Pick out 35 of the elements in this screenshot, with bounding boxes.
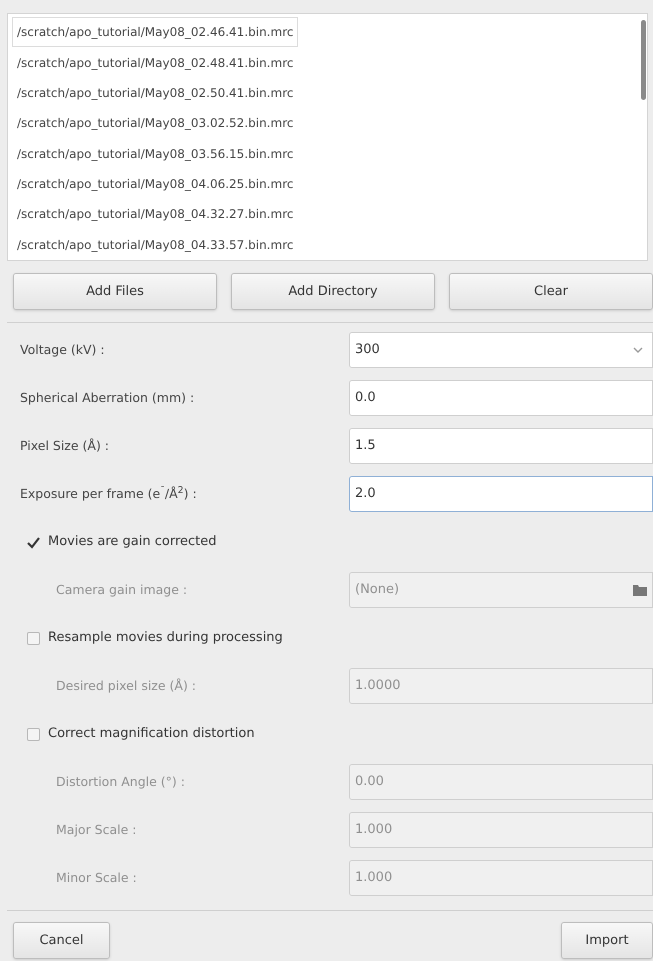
checkbox-label: Resample movies during processing (48, 629, 283, 648)
field-label: Minor Scale : (55, 868, 138, 887)
file-list-item[interactable]: /scratch/apo_tutorial/May08_02.48.41.bin.mrc (12, 47, 298, 78)
field-label: Pixel Size (Å) : (19, 436, 110, 455)
file-action-button[interactable]: Clear (449, 273, 653, 310)
checkbox-label: Movies are gain corrected (48, 533, 217, 552)
file-list-item[interactable]: /scratch/apo_tutorial/May08_02.50.41.bin.mrc (12, 78, 298, 108)
input-field[interactable]: 0.0 (349, 380, 653, 416)
checkbox-label: Correct magnification distortion (48, 725, 255, 744)
input-field[interactable]: 2.0 (349, 476, 653, 512)
folder-icon (633, 584, 647, 596)
field-label: Spherical Aberration (mm) : (19, 388, 196, 407)
chevron-down-icon (633, 346, 643, 354)
field-label: Voltage (kV) : (19, 340, 106, 359)
field-label: Major Scale : (55, 820, 138, 839)
field-label: Desired pixel size (Å) : (55, 676, 198, 695)
dropdown[interactable]: 300 (349, 332, 653, 368)
file-list-item[interactable]: /scratch/apo_tutorial/May08_04.33.57.bin.mrc (12, 230, 298, 260)
checkbox[interactable] (27, 632, 40, 644)
field-label: Exposure per frame (e$^{¯}$/Å$^{2}$) : (19, 484, 198, 503)
field-label: Camera gain image : (55, 580, 188, 599)
import-button[interactable]: Import (561, 922, 653, 959)
scrollbar-thumb[interactable] (641, 20, 646, 100)
file-list-item[interactable]: /scratch/apo_tutorial/May08_03.02.52.bin.mrc (12, 108, 298, 138)
cancel-button[interactable]: Cancel (13, 922, 110, 959)
file-action-button[interactable]: Add Files (13, 273, 217, 310)
checkmark-icon[interactable] (27, 536, 40, 548)
checkbox[interactable] (27, 728, 40, 740)
file-list-item[interactable]: /scratch/apo_tutorial/May08_03.56.15.bin.mrc (12, 138, 298, 169)
file-list-item[interactable]: /scratch/apo_tutorial/May08_04.32.27.bin.mrc (12, 199, 298, 230)
file-action-button[interactable]: Add Directory (231, 273, 435, 310)
file-list-item[interactable]: /scratch/apo_tutorial/May08_02.46.41.bin.mrc (12, 17, 298, 48)
file-list-item[interactable]: /scratch/apo_tutorial/May08_04.06.25.bin.mrc (12, 168, 298, 200)
input-field[interactable]: 1.5 (349, 428, 653, 464)
field-label: Distortion Angle (°) : (55, 772, 186, 791)
